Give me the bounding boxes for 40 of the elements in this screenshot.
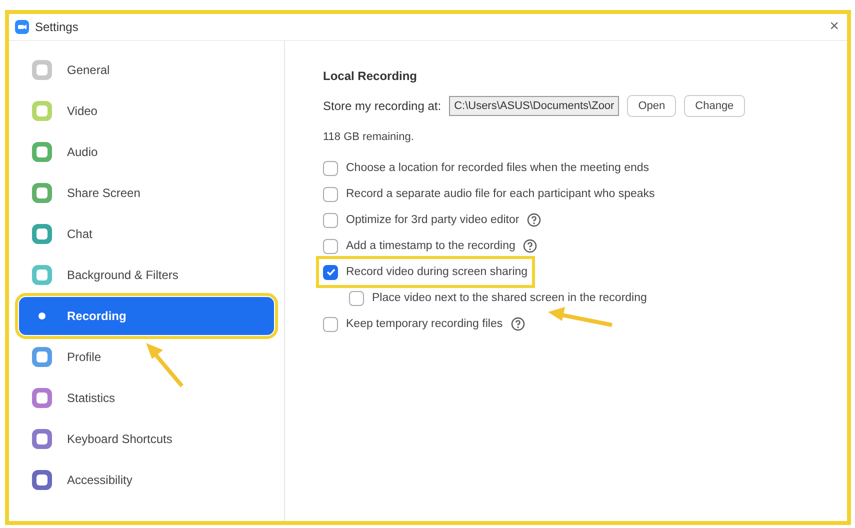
help-icon[interactable]: [527, 213, 542, 227]
sidebar-item[interactable]: Keyboard Shortcuts: [19, 420, 274, 458]
option-label: Place video next to the shared screen in the recording: [372, 292, 647, 304]
help-icon[interactable]: [523, 239, 538, 253]
window-title: Settings: [35, 20, 80, 34]
sidebar-item[interactable]: Profile: [19, 338, 274, 376]
sidebar-item[interactable]: Chat: [19, 215, 274, 253]
annotation-arrow: [146, 343, 184, 388]
sidebar-item[interactable]: Video: [19, 92, 274, 130]
option-label: Choose a location for recorded files when the meeting ends: [346, 162, 650, 174]
sidebar-item[interactable]: Recording: [19, 297, 274, 335]
close-button[interactable]: ×: [828, 18, 841, 36]
option-label: Record a separate audio file for each participant who speaks: [346, 188, 655, 200]
option-label: Add a timestamp to the recording: [346, 240, 516, 252]
checkbox[interactable]: [323, 160, 338, 176]
checkbox[interactable]: [323, 212, 338, 228]
sidebar-item[interactable]: General: [19, 51, 274, 89]
action-button[interactable]: Open: [627, 95, 676, 117]
sidebar-item[interactable]: Statistics: [19, 379, 274, 417]
app-logo-icon: [15, 20, 29, 34]
checkbox[interactable]: [323, 238, 338, 254]
annotation-arrow: [548, 307, 612, 327]
path-field[interactable]: C:\Users\ASUS\Documents\Zoor: [449, 96, 620, 116]
sidebar-item[interactable]: Audio: [19, 133, 274, 171]
store-label: Store my recording at:: [323, 99, 442, 113]
option-label: Keep temporary recording files: [346, 318, 503, 330]
section-heading: Local Recording: [323, 69, 418, 83]
checkmark-icon: [326, 267, 336, 277]
storage-text: 118 GB remaining.: [323, 131, 415, 143]
option-label: Record video during screen sharing: [346, 266, 528, 278]
checkbox[interactable]: [323, 264, 338, 280]
help-icon[interactable]: [510, 317, 525, 331]
sidebar-item[interactable]: Background & Filters: [19, 256, 274, 294]
option-label: Optimize for 3rd party video editor: [346, 214, 520, 226]
checkbox[interactable]: [323, 316, 338, 332]
checkbox[interactable]: [349, 290, 364, 306]
sidebar-item[interactable]: Share Screen: [19, 174, 274, 212]
checkbox[interactable]: [323, 186, 338, 202]
action-button[interactable]: Change: [684, 95, 745, 117]
sidebar-item[interactable]: Accessibility: [19, 461, 274, 499]
